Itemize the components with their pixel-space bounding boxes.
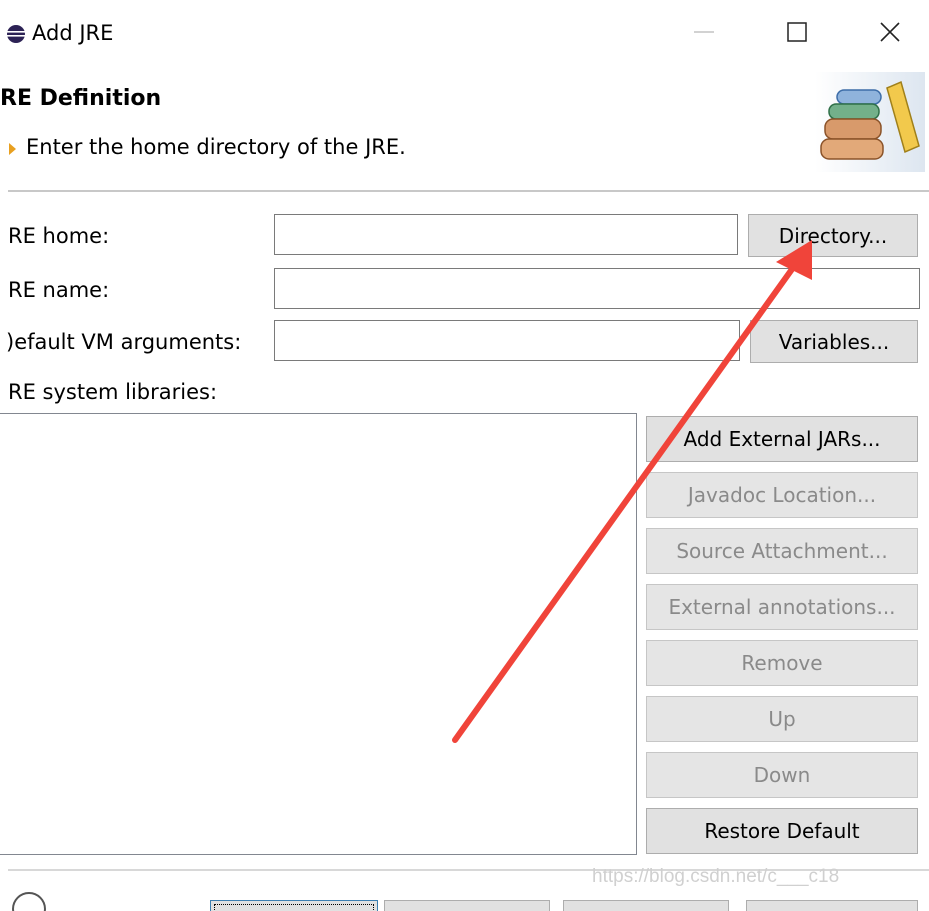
banner-separator — [8, 190, 929, 192]
close-button[interactable] — [859, 8, 921, 56]
jre-name-input[interactable] — [274, 268, 920, 309]
system-libraries-label: RE system libraries: — [8, 380, 218, 404]
external-annotations-button[interactable]: External annotations... — [646, 584, 918, 630]
up-button[interactable]: Up — [646, 696, 918, 742]
cancel-button[interactable] — [746, 900, 918, 911]
back-button[interactable] — [210, 900, 378, 911]
vm-arguments-label: )efault VM arguments: — [6, 330, 242, 354]
jre-home-input[interactable] — [274, 214, 738, 255]
maximize-icon — [787, 22, 807, 42]
banner-message: Enter the home directory of the JRE. — [26, 135, 406, 159]
library-books-icon — [815, 72, 925, 172]
down-button[interactable]: Down — [646, 752, 918, 798]
javadoc-location-button[interactable]: Javadoc Location... — [646, 472, 918, 518]
maximize-button[interactable] — [766, 8, 828, 56]
minimize-button[interactable] — [673, 8, 735, 56]
add-external-jars-button[interactable]: Add External JARs... — [646, 416, 918, 462]
vm-arguments-input[interactable] — [274, 320, 740, 361]
eclipse-icon — [7, 25, 25, 43]
jre-name-label: RE name: — [8, 278, 110, 302]
jre-home-label: RE home: — [8, 224, 110, 248]
close-icon — [880, 22, 900, 42]
directory-button[interactable]: Directory... — [748, 214, 918, 257]
system-libraries-list[interactable] — [0, 413, 637, 855]
help-icon[interactable] — [12, 892, 46, 911]
watermark-text: https://blog.csdn.net/c___c18 — [592, 866, 840, 887]
title-bar: Add JRE — [0, 0, 929, 62]
minimize-icon — [694, 31, 714, 33]
header-banner: RE Definition Enter the home directory o… — [0, 62, 929, 190]
remove-button[interactable]: Remove — [646, 640, 918, 686]
page-title: RE Definition — [0, 86, 162, 111]
restore-default-button[interactable]: Restore Default — [646, 808, 918, 854]
variables-button[interactable]: Variables... — [750, 320, 918, 363]
window-title: Add JRE — [32, 21, 114, 45]
source-attachment-button[interactable]: Source Attachment... — [646, 528, 918, 574]
info-arrow-icon — [9, 143, 16, 155]
finish-button[interactable] — [563, 900, 729, 911]
next-button[interactable] — [384, 900, 550, 911]
